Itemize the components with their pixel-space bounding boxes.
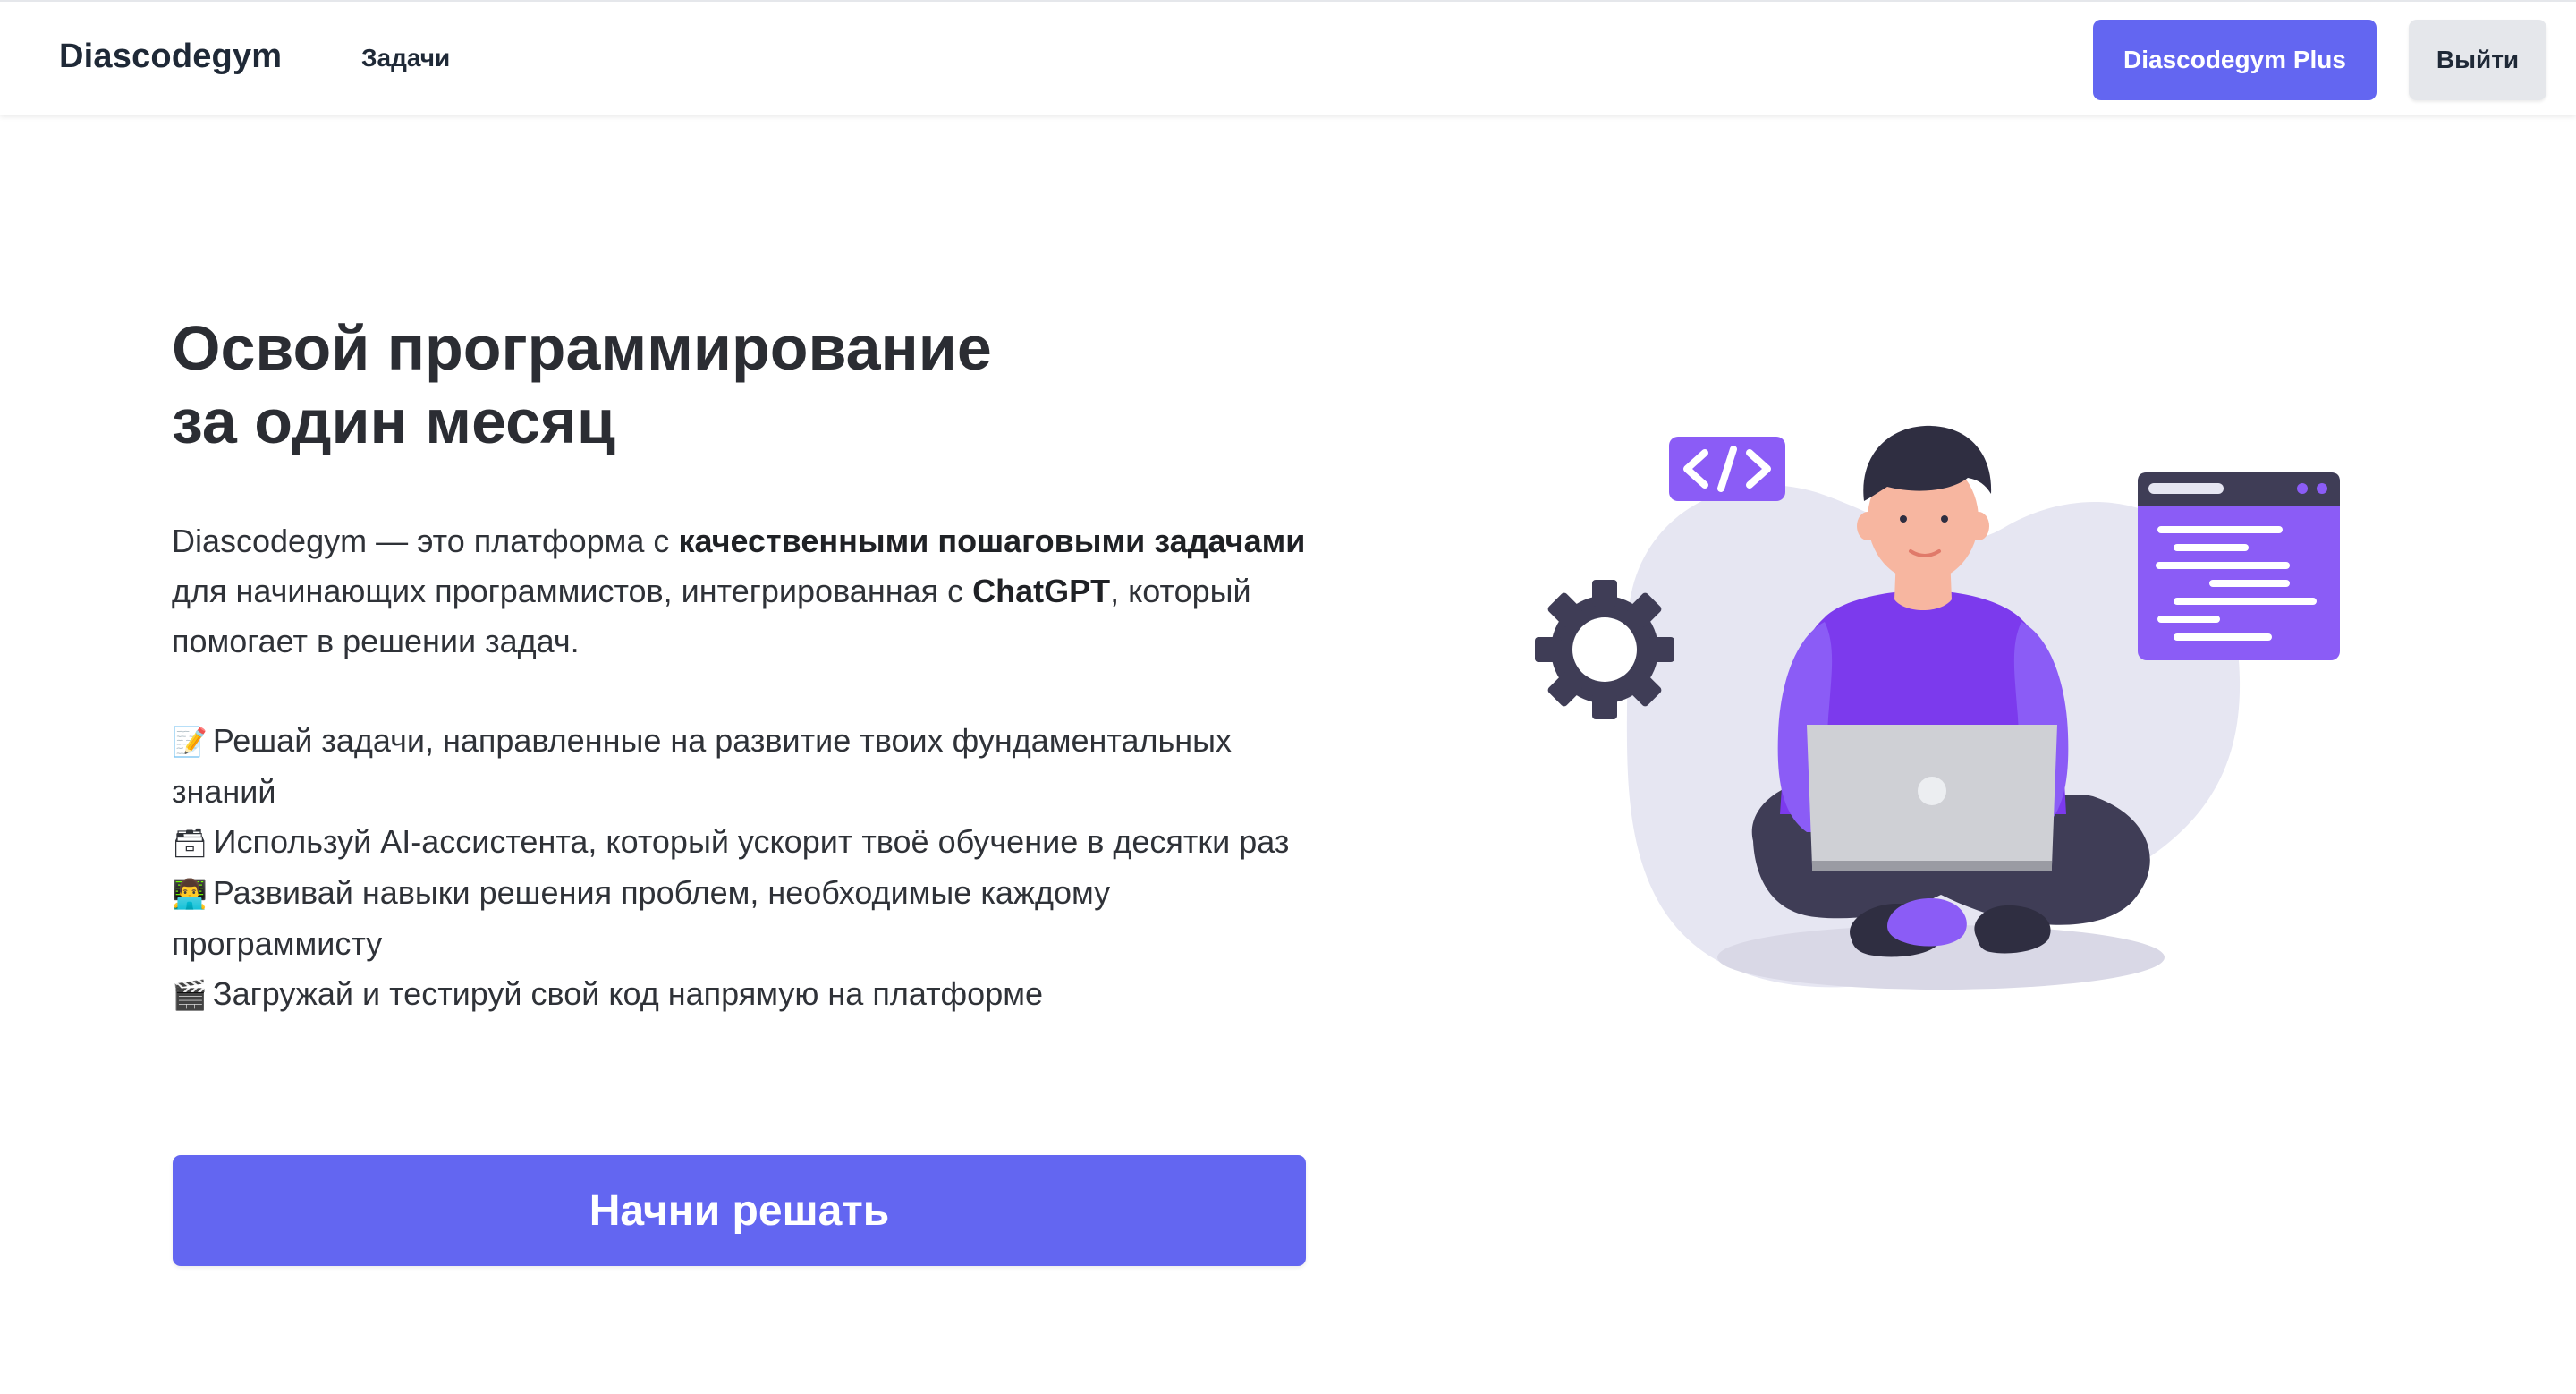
card-box-icon: 🗃 <box>172 826 208 860</box>
intro-text-1: Diascodegym — это платформа с <box>172 523 679 559</box>
hero-title-line-1: Освой программирование <box>172 313 992 383</box>
start-solving-button[interactable]: Начни решать <box>173 1155 1306 1266</box>
plus-button[interactable]: Diascodegym Plus <box>2093 20 2377 100</box>
hero-title-line-2: за один месяц <box>172 387 615 456</box>
intro-text-2: для начинающих программистов, интегриров… <box>172 573 973 609</box>
technologist-icon: 👨‍💻 <box>172 877 208 911</box>
memo-icon: 📝 <box>172 725 208 759</box>
feature-list: 📝 Решай задачи, направленные на развитие … <box>172 716 1326 1020</box>
browser-window-icon <box>2138 472 2340 660</box>
page: Diascodegym Задачи Diascodegym Plus Выйт… <box>0 0 2576 1394</box>
programmer-illustration <box>1535 425 2340 990</box>
intro-bold-1: качественными пошаговыми задачами <box>678 523 1306 559</box>
intro-bold-2: ChatGPT <box>972 573 1111 609</box>
navbar: Diascodegym Задачи Diascodegym Plus Выйт… <box>0 0 2576 115</box>
feature-item: 📝 Решай задачи, направленные на развитие … <box>172 716 1326 817</box>
logout-button[interactable]: Выйти <box>2409 20 2546 100</box>
clapper-board-icon: 🎬 <box>172 978 208 1012</box>
feature-item: 🗃 Используй AI-ассистента, который ускори… <box>172 817 1326 868</box>
intro-paragraph: Diascodegym — это платформа с качественн… <box>172 516 1326 667</box>
feature-text: Развивай навыки решения проблем, необход… <box>172 874 1111 962</box>
brand-logo[interactable]: Diascodegym <box>59 38 282 76</box>
feature-item: 👨‍💻 Развивай навыки решения проблем, необ… <box>172 868 1326 969</box>
feature-item: 🎬 Загружай и тестируй свой код напрямую н… <box>172 969 1326 1020</box>
feature-text: Решай задачи, направленные на развитие т… <box>172 722 1233 810</box>
hero-title: Освой программирование за один месяц <box>172 311 1156 458</box>
feature-text: Используй AI-ассистента, который ускорит… <box>213 823 1290 860</box>
gear-icon <box>1535 580 1674 719</box>
code-tag-icon <box>1669 437 1785 501</box>
nav-link-tasks[interactable]: Задачи <box>361 44 450 72</box>
feature-text: Загружай и тестируй свой код напрямую на… <box>212 975 1043 1012</box>
